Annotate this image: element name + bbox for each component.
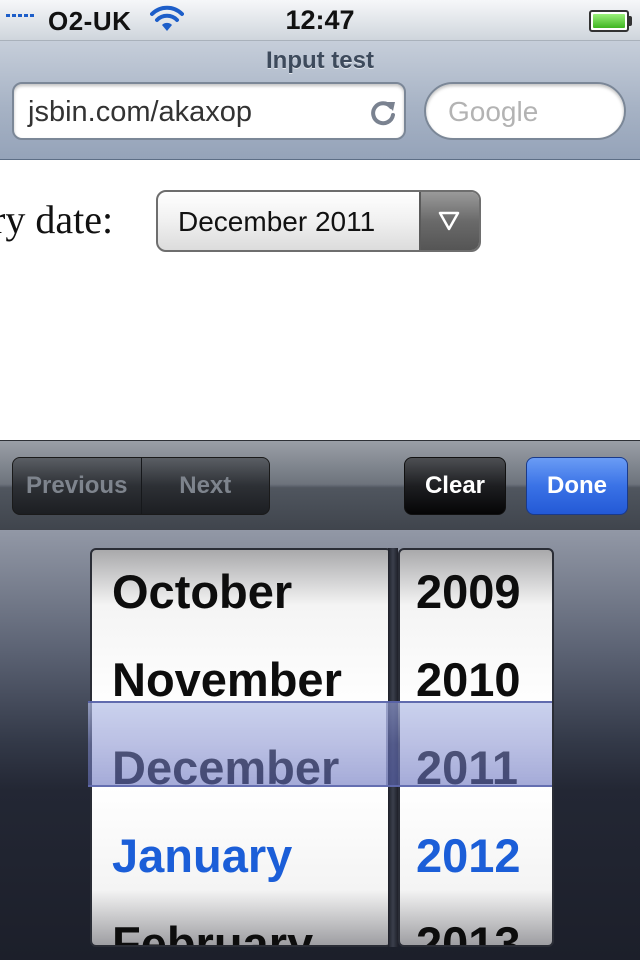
select-value: December 2011 (178, 206, 376, 237)
wheel-divider (388, 548, 398, 947)
date-picker: October November December January Februa… (0, 530, 640, 960)
battery-icon (589, 10, 629, 32)
clear-button[interactable]: Clear (404, 457, 506, 515)
field-label: ry date: (0, 197, 114, 242)
search-placeholder: Google (448, 96, 539, 127)
previous-button[interactable]: Previous (13, 458, 141, 514)
url-text: jsbin.com/akaxop (28, 96, 253, 128)
search-input[interactable]: Google (424, 82, 626, 140)
page-title: Input test (266, 47, 374, 74)
page-content: ry date: December 2011 (0, 160, 640, 440)
status-bar: O2-UK 12:47 (0, 0, 640, 41)
month-item[interactable]: October (92, 550, 390, 635)
url-field[interactable]: jsbin.com/akaxop (12, 82, 406, 140)
month-item[interactable]: January (92, 811, 390, 899)
browser-nav-bar: Input test jsbin.com/akaxop Google (0, 41, 640, 160)
month-item[interactable]: November (92, 635, 390, 723)
year-wheel[interactable]: 2009 2010 2011 2012 2013 (398, 548, 554, 947)
form-toolbar: Previous Next Clear Done (0, 440, 640, 531)
year-item[interactable]: 2012 (400, 811, 552, 899)
month-item[interactable]: February (92, 899, 390, 946)
done-button[interactable]: Done (526, 457, 628, 515)
prev-next-segmented-control: Previous Next (12, 457, 270, 515)
month-item-selected[interactable]: December (92, 723, 390, 811)
dropdown-arrow-icon[interactable] (419, 192, 479, 250)
reload-icon[interactable] (368, 98, 398, 133)
battery-tip (628, 16, 632, 26)
month-wheel[interactable]: October November December January Februa… (90, 548, 392, 947)
year-item-selected[interactable]: 2011 (400, 723, 552, 811)
year-item[interactable]: 2013 (400, 899, 552, 946)
next-button[interactable]: Next (142, 458, 270, 514)
date-select[interactable]: December 2011 (156, 190, 481, 252)
clock: 12:47 (285, 5, 355, 35)
year-item[interactable]: 2009 (400, 550, 552, 635)
year-item[interactable]: 2010 (400, 635, 552, 723)
